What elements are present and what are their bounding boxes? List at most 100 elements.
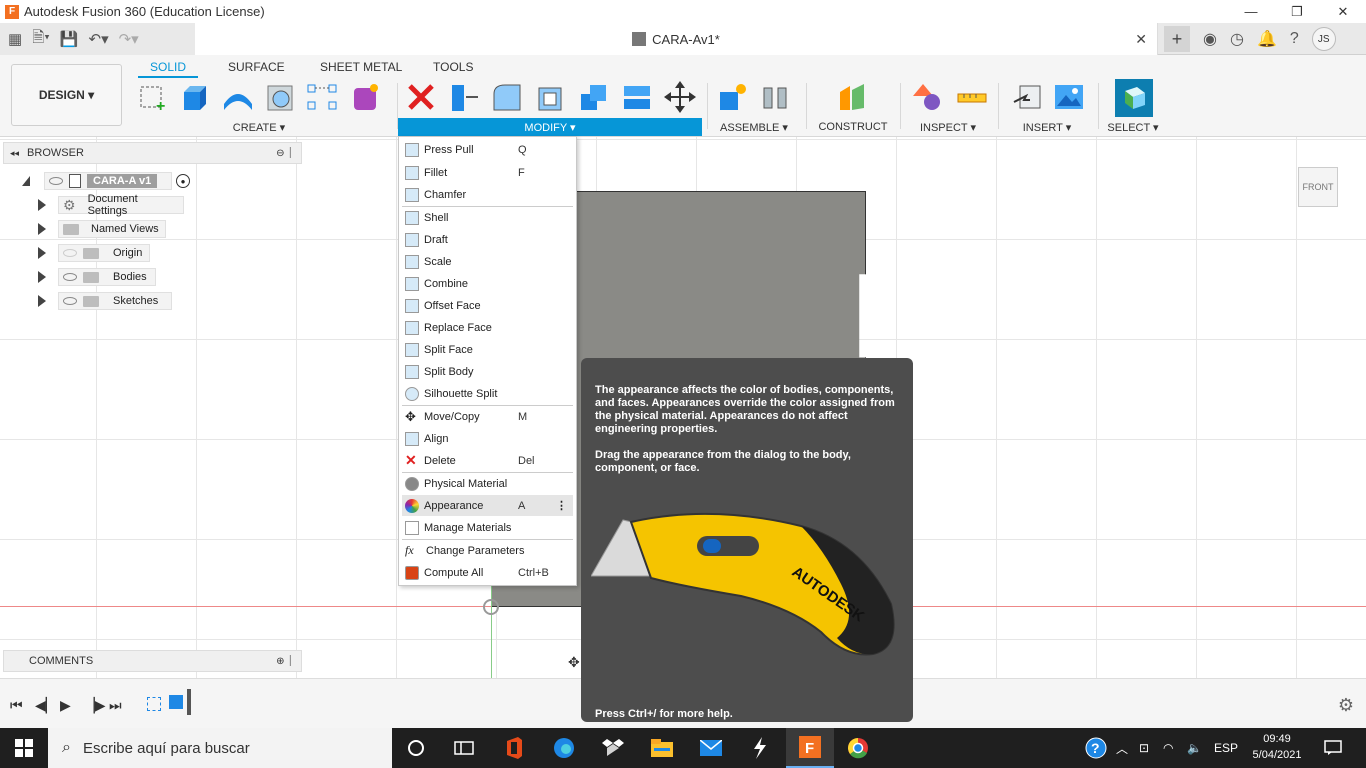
collapse-triangle-icon[interactable] <box>22 176 30 186</box>
menu-item-chamfer[interactable]: Chamfer <box>402 184 573 205</box>
browser-item-bodies[interactable]: Bodies <box>38 267 156 287</box>
edge-browser-icon[interactable] <box>552 736 576 760</box>
menu-item-manage-materials[interactable]: Manage Materials <box>402 517 573 538</box>
comments-panel-header[interactable]: COMMENTS ⊕ ⏐ <box>3 650 302 672</box>
menu-item-shell[interactable]: Shell <box>402 207 573 228</box>
taskbar-clock[interactable]: 09:49 5/04/2021 <box>1244 731 1310 763</box>
expand-triangle-icon[interactable] <box>38 199 46 211</box>
task-view-icon[interactable] <box>452 736 476 760</box>
timeline-extrude-feature-icon[interactable] <box>169 695 183 709</box>
browser-item-named-views[interactable]: Named Views <box>38 219 166 239</box>
visibility-eye-icon[interactable] <box>49 177 63 185</box>
close-button[interactable]: ✕ <box>1320 0 1366 23</box>
menu-item-split-face[interactable]: Split Face <box>402 339 573 360</box>
search-input[interactable]: Escribe aquí para buscar <box>83 740 250 757</box>
menu-item-silhouette-split[interactable]: Silhouette Split <box>402 383 573 404</box>
tab-surface[interactable]: SURFACE <box>216 58 297 76</box>
show-hidden-icons-icon[interactable]: ︿ <box>1116 728 1128 768</box>
go-to-start-icon[interactable]: ⏮ <box>10 697 23 714</box>
revolve-icon[interactable] <box>222 81 254 113</box>
restore-button[interactable]: ❐ <box>1274 0 1320 23</box>
expand-triangle-icon[interactable] <box>38 295 46 307</box>
split-body-icon[interactable] <box>621 81 653 113</box>
origin-point[interactable] <box>483 599 499 615</box>
play-icon[interactable]: ▶ <box>60 697 71 714</box>
new-tab-button[interactable]: + <box>1164 26 1190 52</box>
visibility-eye-icon[interactable] <box>63 273 77 281</box>
measure-icon[interactable] <box>956 81 988 113</box>
document-tab[interactable]: CARA-Av1* ✕ <box>195 23 1158 55</box>
language-indicator[interactable]: ESP <box>1214 728 1238 768</box>
extrude-icon[interactable] <box>179 81 211 113</box>
insert-menu-button[interactable]: INSERT ▾ <box>1017 121 1077 134</box>
undo-icon[interactable]: ↶▾ <box>89 30 109 48</box>
menu-item-delete[interactable]: ✕ Delete Del <box>402 450 573 471</box>
menu-item-offset-face[interactable]: Offset Face <box>402 295 573 316</box>
comments-add-icon[interactable]: ⊕ ⏐ <box>276 656 293 667</box>
visibility-eye-icon[interactable] <box>63 297 77 305</box>
timeline-settings-gear-icon[interactable]: ⚙ <box>1338 695 1354 716</box>
modify-menu-button[interactable]: MODIFY ▾ <box>398 118 702 136</box>
new-component-icon[interactable] <box>717 81 749 113</box>
fillet-icon[interactable] <box>491 81 523 113</box>
create-sketch-icon[interactable]: + <box>137 81 169 113</box>
collapse-icon[interactable]: ◂◂ <box>10 148 19 159</box>
activate-radio-icon[interactable]: ● <box>176 174 190 188</box>
pattern-icon[interactable] <box>306 81 338 113</box>
timeline-sketch-feature-icon[interactable] <box>147 697 161 711</box>
bolt-app-icon[interactable] <box>748 736 772 760</box>
move-copy-icon[interactable] <box>664 81 696 113</box>
hidden-eye-icon[interactable] <box>63 249 77 257</box>
menu-item-compute-all[interactable]: Compute All Ctrl+B <box>402 562 573 583</box>
file-explorer-icon[interactable] <box>650 736 674 760</box>
select-menu-button[interactable]: SELECT ▾ <box>1104 121 1162 134</box>
tab-solid[interactable]: SOLID <box>138 58 199 78</box>
tab-sheet-metal[interactable]: SHEET METAL <box>308 58 414 76</box>
fusion-taskbar-icon[interactable]: F <box>786 728 834 768</box>
offset-plane-icon[interactable] <box>836 81 868 113</box>
go-to-end-icon[interactable]: ⏭ <box>109 697 122 714</box>
menu-item-change-parameters[interactable]: fx Change Parameters <box>402 540 573 561</box>
timeline-marker-icon[interactable] <box>187 689 191 715</box>
more-options-icon[interactable]: ⋮ <box>556 499 567 512</box>
volume-icon[interactable]: 🔈 <box>1187 728 1202 768</box>
close-tab-icon[interactable]: ✕ <box>1135 31 1147 48</box>
browser-item-origin[interactable]: Origin <box>38 243 150 263</box>
network-drive-icon[interactable]: ⊡ <box>1139 728 1149 768</box>
menu-item-replace-face[interactable]: Replace Face <box>402 317 573 338</box>
extensions-icon[interactable]: ◉ <box>1203 29 1217 49</box>
help-icon[interactable]: ? <box>1290 30 1299 48</box>
mail-icon[interactable] <box>699 736 723 760</box>
redo-icon[interactable]: ↷▾ <box>119 30 139 48</box>
menu-item-press-pull[interactable]: Press Pull Q <box>402 139 573 160</box>
notification-center-icon[interactable] <box>1324 728 1342 768</box>
minimize-button[interactable]: — <box>1228 0 1274 23</box>
browser-panel-header[interactable]: ◂◂ BROWSER ⊖ ⏐ <box>3 142 302 164</box>
menu-item-combine[interactable]: Combine <box>402 273 573 294</box>
browser-root[interactable]: CARA-A v1 ● <box>22 171 190 191</box>
step-forward-icon[interactable]: ▕▶ <box>84 697 106 714</box>
combine-icon[interactable] <box>578 81 610 113</box>
chrome-browser-icon[interactable] <box>846 736 870 760</box>
create-menu-button[interactable]: CREATE ▾ <box>222 121 296 134</box>
job-status-icon[interactable]: ◷ <box>1230 29 1244 49</box>
assemble-menu-button[interactable]: ASSEMBLE ▾ <box>719 121 789 134</box>
wifi-icon[interactable]: ◠ <box>1163 728 1173 768</box>
inspect-menu-button[interactable]: INSPECT ▾ <box>918 121 978 134</box>
expand-triangle-icon[interactable] <box>38 271 46 283</box>
select-icon[interactable] <box>1115 79 1153 117</box>
file-icon[interactable]: 🗎▾ <box>32 27 50 52</box>
cortana-icon[interactable] <box>404 736 428 760</box>
menu-item-fillet[interactable]: Fillet F <box>402 162 573 183</box>
step-back-icon[interactable]: ◀▏ <box>35 697 57 714</box>
joint-icon[interactable] <box>760 81 792 113</box>
browser-item-document-settings[interactable]: ⚙ Document Settings <box>38 193 184 217</box>
office-icon[interactable] <box>502 736 526 760</box>
menu-item-align[interactable]: Align <box>402 428 573 449</box>
browser-minus-icon[interactable]: ⊖ ⏐ <box>276 148 293 159</box>
insert-canvas-icon[interactable] <box>1053 81 1085 113</box>
start-button[interactable] <box>0 728 48 768</box>
menu-item-scale[interactable]: Scale <box>402 251 573 272</box>
viewcube[interactable]: FRONT <box>1298 167 1338 207</box>
expand-triangle-icon[interactable] <box>38 247 46 259</box>
